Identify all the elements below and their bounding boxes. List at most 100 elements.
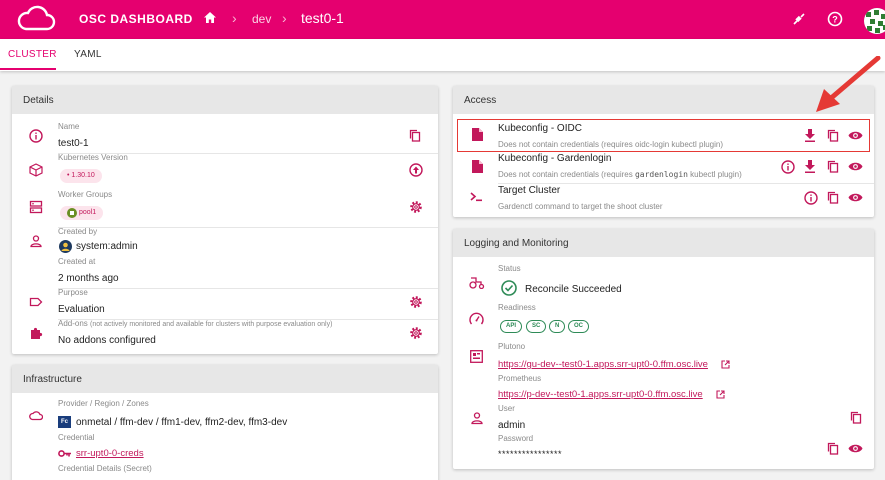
dashboard-icon: [470, 350, 483, 363]
key-icon: [58, 449, 72, 458]
addons-value: No addons configured: [58, 335, 156, 346]
eye-icon[interactable]: [848, 192, 863, 203]
created-by-label: Created by: [58, 227, 98, 236]
worker-groups-label: Worker Groups: [58, 190, 113, 199]
readiness-chip-oc[interactable]: OC: [568, 320, 589, 333]
addons-label: Add-ons (not actively monitored and avai…: [58, 319, 333, 328]
target-cluster-title: Target Cluster: [498, 185, 561, 196]
purpose-label: Purpose: [58, 288, 88, 297]
breadcrumb-cluster: test0-1: [301, 10, 344, 26]
prometheus-link[interactable]: https://p-dev--test0-1.apps.srr-upt0-0.f…: [498, 389, 703, 400]
readiness-chip-n[interactable]: N: [549, 320, 566, 333]
worker-pool-icon: [67, 208, 77, 218]
copy-icon[interactable]: [827, 160, 839, 173]
plug-icon[interactable]: [791, 11, 807, 27]
target-cluster-subtitle: Gardenctl command to target the shoot cl…: [498, 202, 663, 211]
password-label: Password: [498, 434, 534, 443]
copy-icon[interactable]: [827, 129, 839, 142]
access-card-title: Access: [453, 86, 874, 114]
info-icon: [29, 129, 43, 143]
label-tag-icon: [29, 295, 43, 309]
logging-card: Logging and Monitoring Status Reconcile …: [453, 229, 874, 469]
kubernetes-version-chip[interactable]: • 1.30.10: [60, 169, 102, 183]
open-in-new-icon[interactable]: [716, 390, 725, 399]
plutono-label: Plutono: [498, 342, 526, 351]
cube-icon: [29, 163, 43, 177]
credential-details-label: Credential Details (Secret): [58, 464, 152, 473]
file-icon: [472, 160, 483, 173]
copy-icon[interactable]: [827, 442, 839, 455]
user-value: admin: [498, 420, 526, 431]
plutono-link[interactable]: https://gu-dev--test0-1.apps.srr-upt0-0.…: [498, 359, 708, 370]
info-icon[interactable]: [804, 191, 818, 205]
readiness-chip-api[interactable]: API: [500, 320, 523, 333]
active-tab-indicator: [0, 68, 56, 70]
status-value: Reconcile Succeeded: [525, 284, 622, 295]
open-in-new-icon[interactable]: [721, 360, 730, 369]
file-icon: [472, 128, 483, 141]
name-value: test0-1: [58, 138, 89, 149]
top-app-bar: OSC DASHBOARD › dev › test0-1 ?: [0, 0, 885, 39]
cloud-logo-icon[interactable]: [16, 5, 56, 33]
breadcrumb-separator-icon: ›: [282, 10, 287, 26]
eye-icon[interactable]: [848, 161, 863, 172]
copy-icon[interactable]: [409, 129, 421, 142]
copy-icon[interactable]: [827, 191, 839, 204]
kubeconfig-gardenlogin-subtitle: Does not contain credentials (requires g…: [498, 170, 742, 179]
gear-icon[interactable]: [409, 200, 423, 214]
name-label: Name: [58, 122, 80, 131]
infrastructure-card-title: Infrastructure: [12, 365, 438, 393]
user-label: User: [498, 404, 515, 413]
copy-icon[interactable]: [850, 411, 862, 424]
download-icon[interactable]: [804, 129, 816, 142]
kubeconfig-oidc-title: Kubeconfig - OIDC: [498, 123, 582, 134]
person-icon: [29, 234, 43, 248]
eye-icon[interactable]: [848, 443, 863, 454]
kubernetes-version-label: Kubernetes Version: [58, 153, 128, 162]
gear-icon[interactable]: [409, 295, 423, 309]
annotation-arrow-icon: [812, 56, 882, 116]
kubeconfig-gardenlogin-title: Kubeconfig - Gardenlogin: [498, 153, 612, 164]
created-at-label: Created at: [58, 257, 96, 266]
tab-cluster[interactable]: CLUSTER: [8, 49, 57, 60]
provider-logo-icon: Fc: [58, 416, 71, 428]
divider: [58, 288, 438, 289]
divider: [498, 183, 874, 184]
provider-value: onmetal / ffm-dev / ffm1-dev, ffm2-dev, …: [76, 417, 288, 428]
terminal-icon: [470, 192, 484, 202]
kubeconfig-oidc-subtitle: Does not contain credentials (requires o…: [498, 140, 724, 149]
infrastructure-card: Infrastructure Provider / Region / Zones…: [12, 365, 438, 480]
system-user-icon: [59, 240, 72, 253]
logging-card-title: Logging and Monitoring: [453, 229, 874, 257]
created-by-value: system:admin: [76, 241, 138, 252]
upgrade-icon[interactable]: [409, 163, 423, 177]
readiness-chip-sc[interactable]: SC: [526, 320, 547, 333]
puzzle-icon: [29, 326, 43, 340]
speedometer-icon: [469, 312, 484, 326]
breadcrumb-separator-icon: ›: [232, 10, 237, 26]
credential-label: Credential: [58, 433, 95, 442]
details-card-title: Details: [12, 86, 438, 114]
breadcrumb-project[interactable]: dev: [252, 12, 271, 26]
download-icon[interactable]: [804, 160, 816, 173]
user-avatar[interactable]: [864, 8, 885, 34]
credential-link[interactable]: srr-upt0-0-creds: [76, 448, 144, 459]
app-title: OSC DASHBOARD: [79, 12, 193, 26]
tab-yaml[interactable]: YAML: [74, 49, 102, 60]
purpose-value: Evaluation: [58, 304, 105, 315]
tractor-icon: [469, 276, 485, 289]
home-icon[interactable]: [204, 12, 216, 23]
password-value: ****************: [498, 449, 563, 459]
server-icon: [29, 200, 43, 214]
tab-bar: CLUSTER YAML: [0, 39, 885, 71]
help-icon[interactable]: ?: [827, 11, 843, 27]
check-circle-icon: [501, 280, 517, 296]
divider: [58, 227, 438, 228]
addons-note: (not actively monitored and available fo…: [90, 321, 333, 328]
info-icon[interactable]: [781, 160, 795, 174]
status-label: Status: [498, 264, 521, 273]
provider-label: Provider / Region / Zones: [58, 399, 149, 408]
gear-icon[interactable]: [409, 326, 423, 340]
cloud-icon: [29, 409, 43, 421]
eye-icon[interactable]: [848, 130, 863, 141]
